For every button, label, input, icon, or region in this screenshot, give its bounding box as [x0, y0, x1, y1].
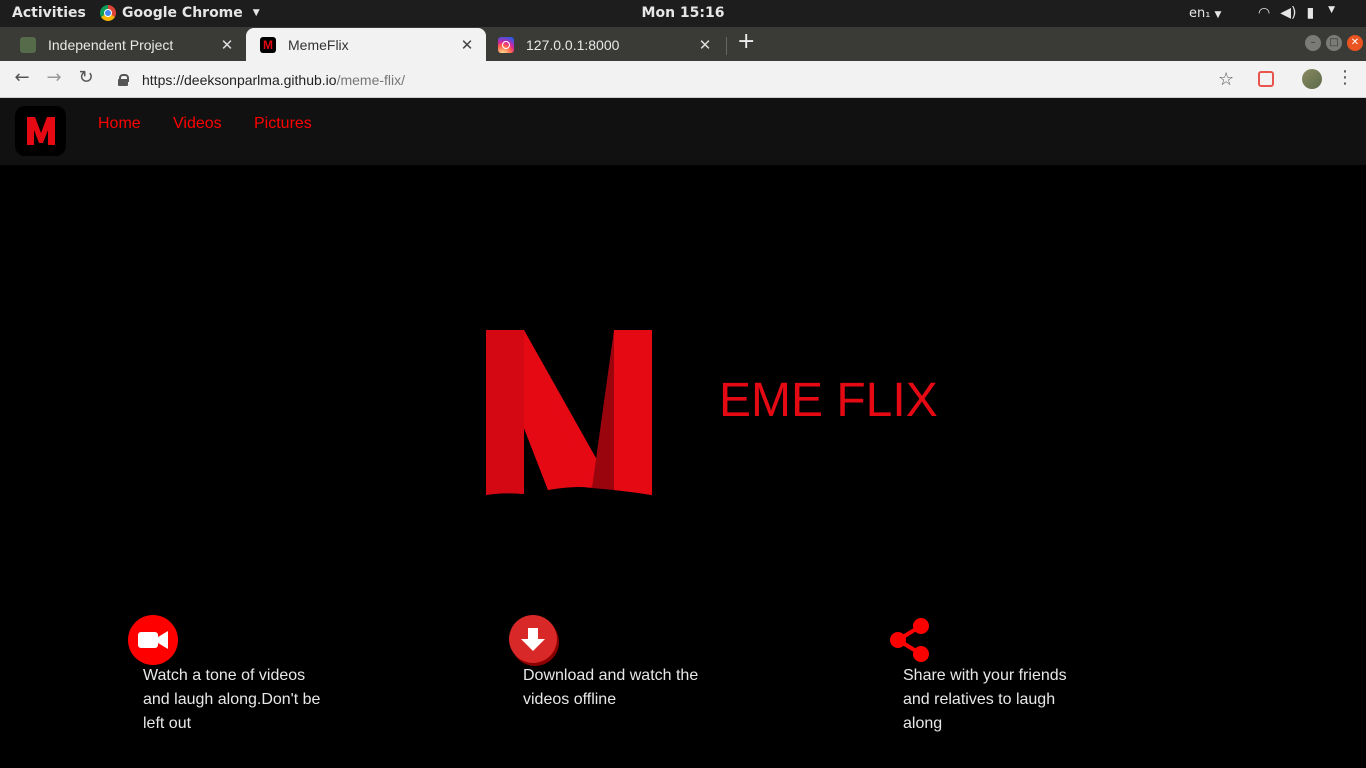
language-indicator[interactable]: en₁ ▼: [1189, 6, 1221, 21]
nav-videos-link[interactable]: Videos: [173, 115, 222, 133]
lock-icon: [118, 74, 129, 86]
tab-title: MemeFlix: [288, 36, 349, 53]
url-path: /meme-flix/: [336, 72, 406, 88]
share-icon: [890, 618, 929, 662]
nav-pictures-link[interactable]: Pictures: [254, 115, 312, 133]
activities-button[interactable]: Activities: [12, 5, 86, 21]
memeflix-favicon-icon: M: [260, 36, 276, 53]
hero-logo: [486, 330, 654, 500]
window-controls: – □ ✕: [1305, 35, 1363, 51]
chrome-menu-icon[interactable]: ⋮: [1336, 67, 1354, 88]
profile-avatar[interactable]: [1302, 69, 1322, 89]
nav-home-link[interactable]: Home: [98, 115, 141, 133]
app-name: Google Chrome: [122, 5, 243, 21]
site-logo[interactable]: [15, 106, 66, 156]
chrome-icon: [100, 5, 116, 21]
reload-button[interactable]: ↻: [74, 67, 98, 88]
new-tab-button[interactable]: +: [737, 31, 755, 53]
system-top-bar: Activities Google Chrome ▼ Mon 15:16 en₁…: [0, 0, 1366, 27]
feature-share: Share with your friends and relatives to…: [888, 614, 1128, 732]
feature-text: Watch a tone of videos and laugh along.D…: [143, 667, 321, 732]
volume-icon: ◀): [1280, 5, 1297, 21]
minimize-button[interactable]: –: [1305, 35, 1321, 51]
close-tab-icon[interactable]: ✕: [456, 36, 478, 54]
project-favicon-icon: [20, 36, 36, 53]
toolbar: ← → ↻ https://deeksonparlma.github.io/me…: [0, 61, 1366, 98]
brand-title: EME FLIX: [719, 374, 938, 427]
netflix-style-m-icon: [486, 330, 652, 495]
tab-title: Independent Project: [48, 36, 174, 53]
url-host: https://deeksonparlma.github.io: [142, 72, 337, 88]
battery-icon: ▮: [1306, 5, 1315, 21]
tab-localhost[interactable]: 127.0.0.1:8000 ✕: [484, 28, 724, 61]
language-label: en₁: [1189, 6, 1211, 21]
wifi-icon: ◠: [1258, 5, 1271, 21]
tab-memeflix[interactable]: M MemeFlix ✕: [246, 28, 486, 61]
feature-download: Download and watch the videos offline: [508, 614, 748, 708]
memeflix-logo-icon: [27, 117, 55, 145]
maximize-button[interactable]: □: [1326, 35, 1342, 51]
tab-independent-project[interactable]: Independent Project ✕: [6, 28, 246, 61]
forward-button[interactable]: →: [42, 67, 66, 88]
download-icon: [509, 615, 559, 666]
close-tab-icon[interactable]: ✕: [216, 36, 238, 54]
instagram-favicon-icon: [498, 36, 514, 53]
close-window-button[interactable]: ✕: [1347, 35, 1363, 51]
feature-watch: Watch a tone of videos and laugh along.D…: [128, 614, 368, 732]
tab-title: 127.0.0.1:8000: [526, 36, 620, 53]
site-navbar: Home Videos Pictures: [0, 98, 1366, 165]
tab-strip: Independent Project ✕ M MemeFlix ✕ 127.0…: [0, 27, 1366, 61]
clock[interactable]: Mon 15:16: [642, 5, 725, 21]
extension-icon[interactable]: [1258, 71, 1274, 87]
tab-separator: [726, 37, 727, 55]
video-camera-icon: [128, 615, 178, 665]
close-tab-icon[interactable]: ✕: [694, 36, 716, 54]
bookmark-star-icon[interactable]: ☆: [1218, 69, 1234, 90]
chevron-down-icon: ▼: [252, 8, 260, 18]
system-tray[interactable]: ◠ ◀) ▮ ▼: [1258, 5, 1335, 21]
feature-text: Download and watch the videos offline: [523, 667, 699, 708]
chevron-down-icon: ▼: [1328, 5, 1336, 15]
back-button[interactable]: ←: [10, 67, 34, 88]
feature-text: Share with your friends and relatives to…: [903, 667, 1067, 732]
chevron-down-icon: ▼: [1214, 10, 1222, 20]
app-menu[interactable]: Google Chrome ▼: [100, 5, 260, 21]
address-bar[interactable]: https://deeksonparlma.github.io/meme-fli…: [118, 68, 405, 92]
